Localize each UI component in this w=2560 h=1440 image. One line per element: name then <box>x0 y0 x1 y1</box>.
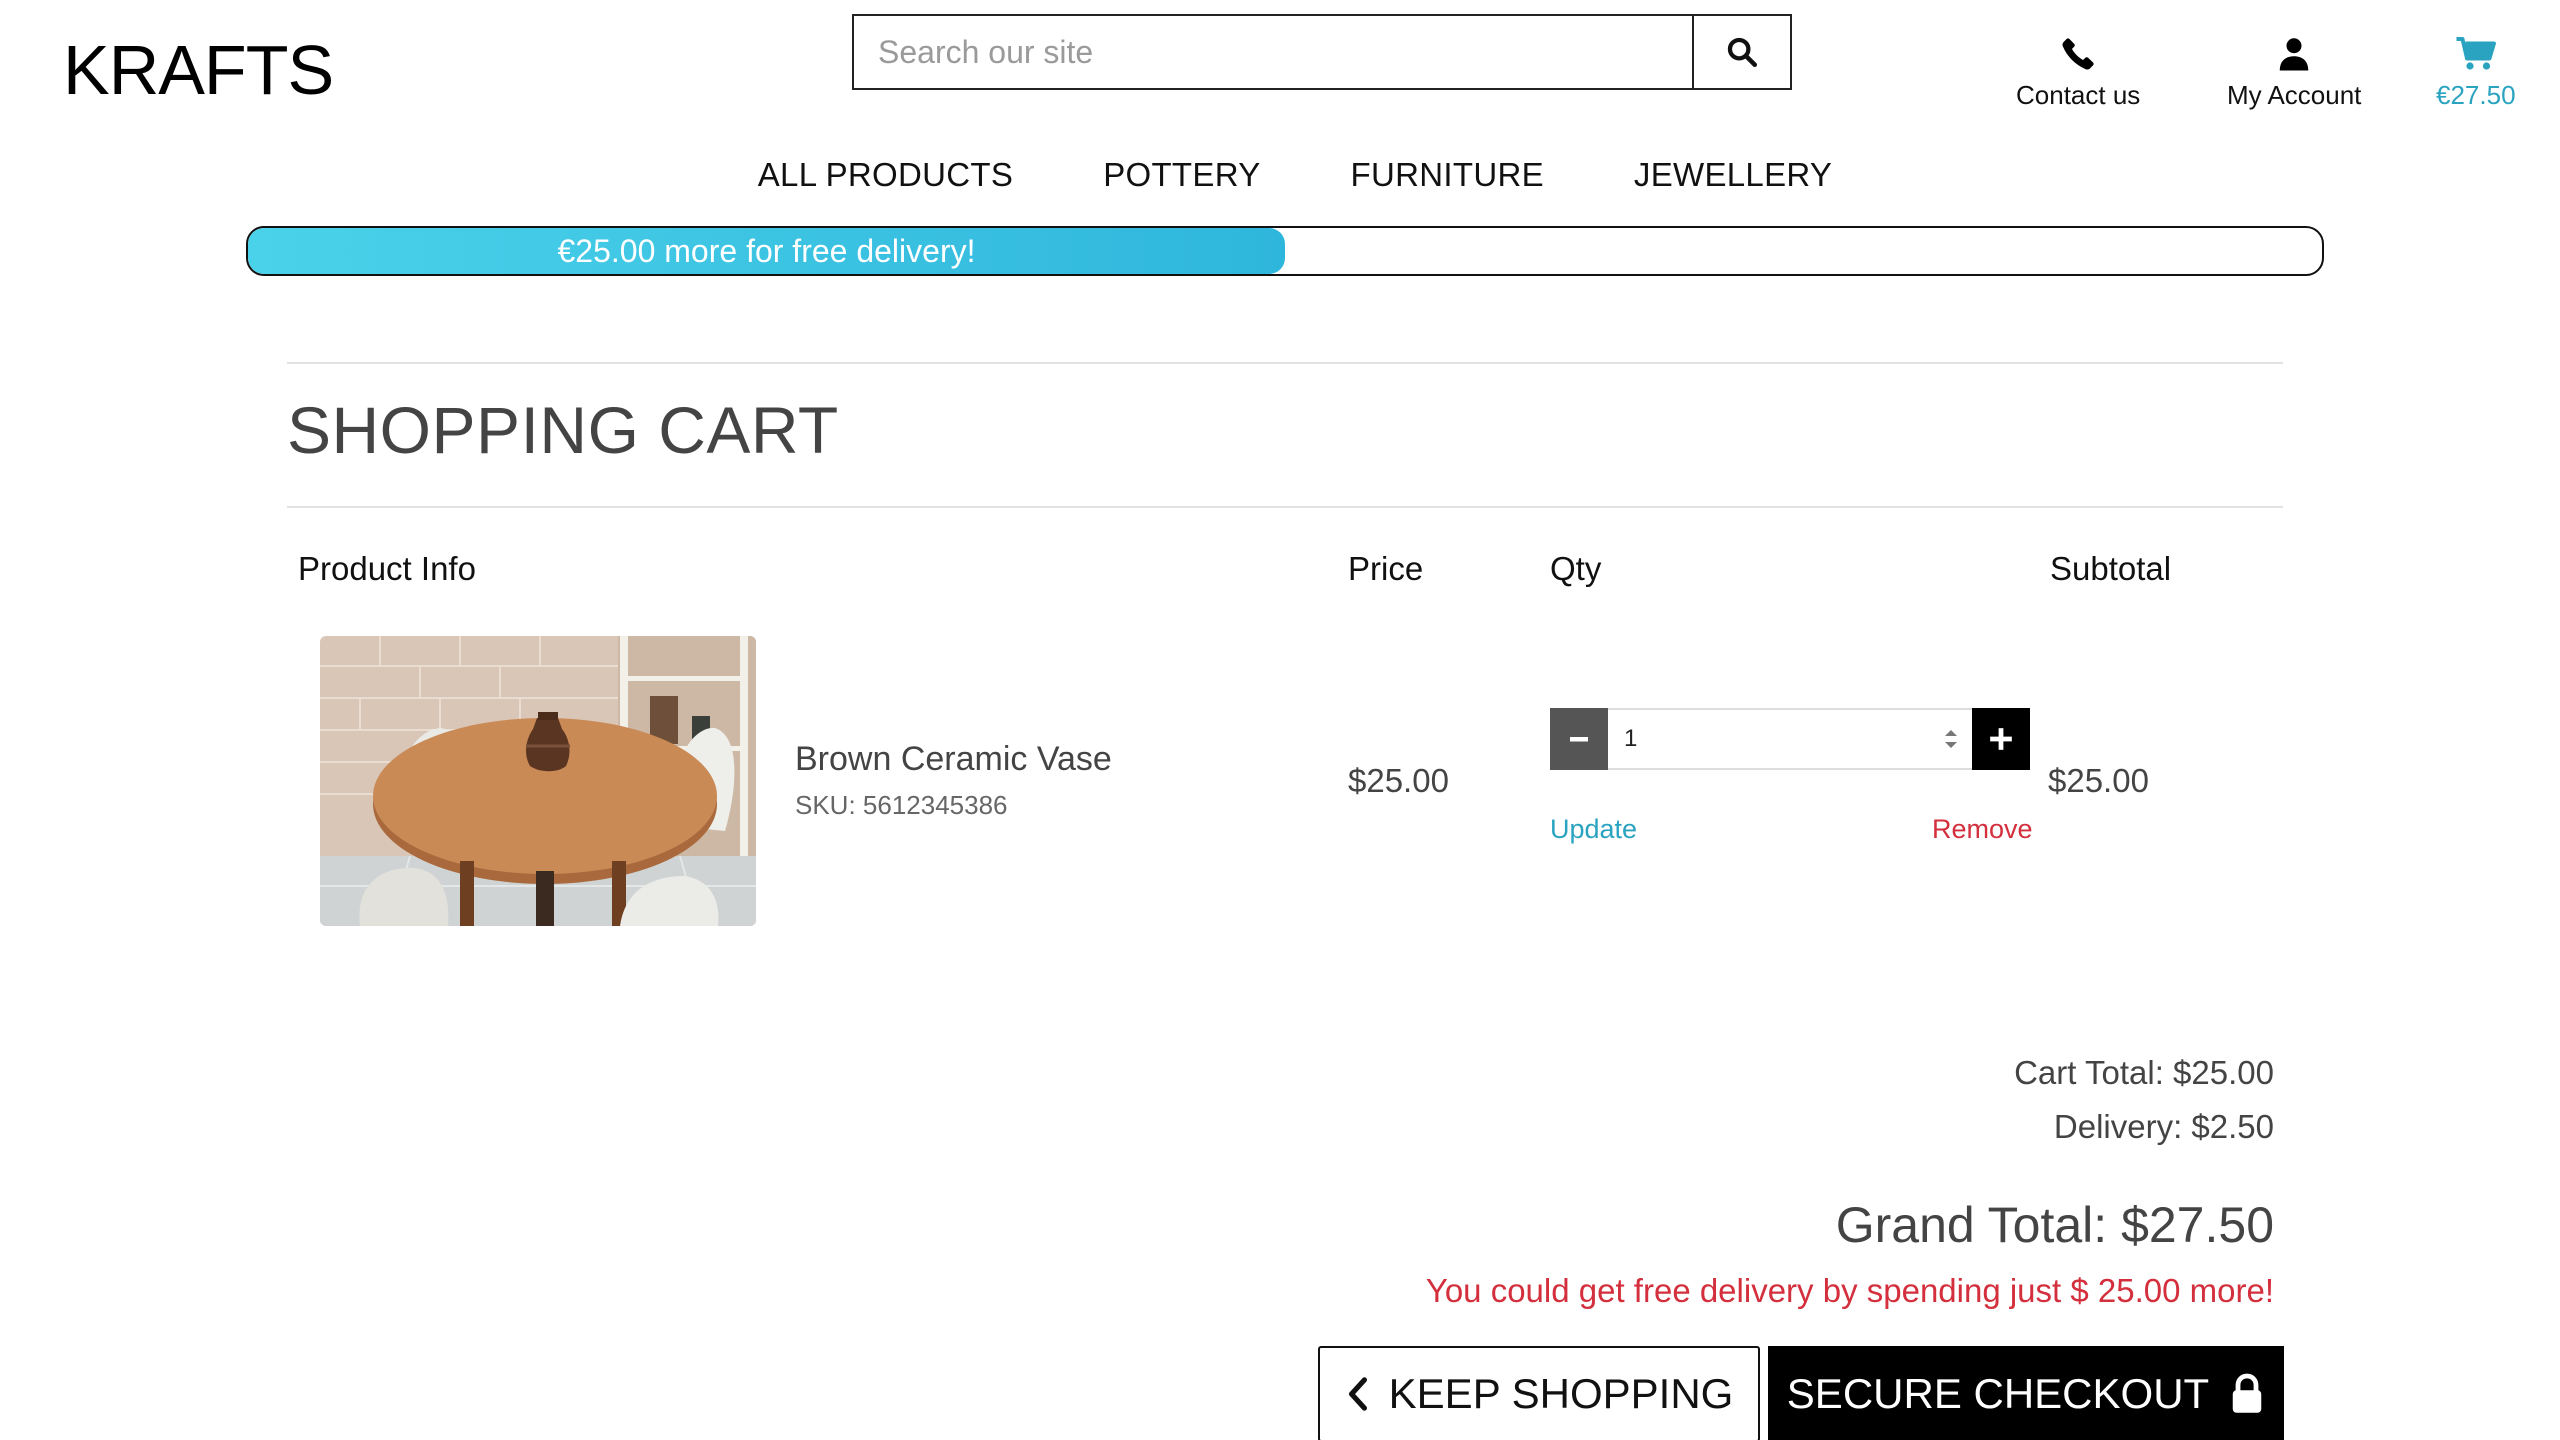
cart-icon <box>2456 37 2496 70</box>
phone-icon <box>2062 38 2094 70</box>
progress-fill: €25.00 more for free delivery! <box>248 228 1285 274</box>
page-title: SHOPPING CART <box>287 393 839 467</box>
minus-icon <box>1570 737 1588 742</box>
increment-button[interactable] <box>1972 708 2030 770</box>
page: KRAFTS Contact us My Account <box>0 0 2560 1440</box>
product-price: $25.00 <box>1348 762 1449 799</box>
product-subtotal: $25.00 <box>2048 762 2149 799</box>
grand-total: Grand Total: $27.50 <box>1835 1197 2274 1253</box>
contact-us-link[interactable]: Contact us <box>2016 34 2140 111</box>
search-icon <box>1727 37 1758 68</box>
divider-bottom <box>287 506 2283 508</box>
product-name[interactable]: Brown Ceramic Vase <box>795 740 1112 779</box>
secure-checkout-button[interactable]: SECURE CHECKOUT <box>1768 1346 2284 1440</box>
product-sku: SKU: 5612345386 <box>795 790 1008 820</box>
contact-us-label: Contact us <box>2016 80 2141 110</box>
cart-total: Cart Total: $25.00 <box>2014 1054 2274 1091</box>
col-header-product: Product Info <box>298 550 476 587</box>
plus-icon <box>1990 728 2012 750</box>
lock-icon <box>2232 1373 2262 1413</box>
cart-total-label: €27.50 <box>2436 80 2516 110</box>
my-account-link[interactable]: My Account <box>2227 34 2361 111</box>
col-header-price: Price <box>1348 550 1424 587</box>
nav-jewellery[interactable]: JEWELLERY <box>1634 156 1832 194</box>
free-delivery-message: You could get free delivery by spending … <box>1425 1272 2274 1309</box>
keep-shopping-label: KEEP SHOPPING <box>1388 1370 1734 1417</box>
user-icon <box>2279 38 2309 71</box>
search-input[interactable] <box>854 16 1692 88</box>
col-header-subtotal: Subtotal <box>2050 550 2172 587</box>
my-account-label: My Account <box>2227 80 2362 110</box>
chevron-left-icon <box>1348 1377 1367 1411</box>
product-image[interactable] <box>320 636 756 926</box>
keep-shopping-button[interactable]: KEEP SHOPPING <box>1318 1346 1760 1440</box>
progress-text: €25.00 more for free delivery! <box>557 232 976 269</box>
divider-top <box>287 362 2283 364</box>
nav-furniture[interactable]: FURNITURE <box>1351 156 1544 194</box>
spin-down-icon <box>1945 742 1957 748</box>
secure-checkout-label: SECURE CHECKOUT <box>1786 1370 2210 1417</box>
col-header-qty: Qty <box>1550 550 1602 587</box>
decrement-button[interactable] <box>1550 708 1608 770</box>
quantity-stepper <box>1550 708 2030 770</box>
remove-link[interactable]: Remove <box>1932 814 2033 845</box>
quantity-spinner[interactable] <box>1944 729 1958 749</box>
update-link[interactable]: Update <box>1550 814 1637 845</box>
cart-link[interactable]: €27.50 <box>2436 34 2516 111</box>
nav-pottery[interactable]: POTTERY <box>1103 156 1260 194</box>
spin-up-icon <box>1945 730 1957 736</box>
search-button[interactable] <box>1692 16 1790 88</box>
quantity-input[interactable] <box>1622 724 1826 754</box>
main-nav: ALL PRODUCTS POTTERY FURNITURE JEWELLERY <box>0 156 2560 194</box>
nav-all-products[interactable]: ALL PRODUCTS <box>758 156 1013 194</box>
free-delivery-progress: €25.00 more for free delivery! <box>246 226 2324 276</box>
quantity-field <box>1608 708 1972 770</box>
site-logo[interactable]: KRAFTS <box>63 30 334 110</box>
search-form <box>852 14 1792 90</box>
product-photo <box>320 636 756 926</box>
delivery-cost: Delivery: $2.50 <box>2053 1108 2274 1145</box>
